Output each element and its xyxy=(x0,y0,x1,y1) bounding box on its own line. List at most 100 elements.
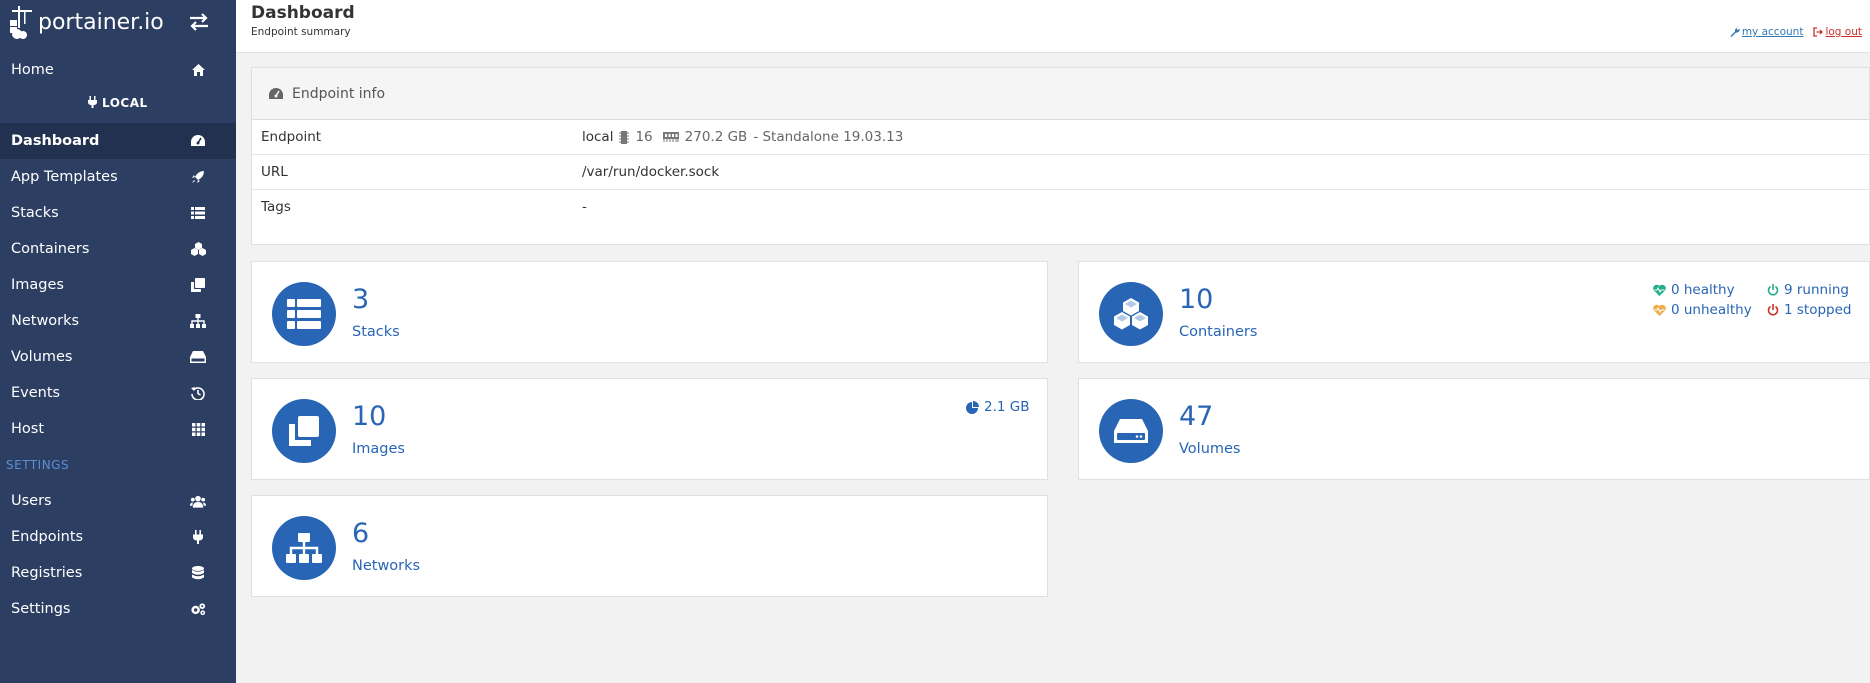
healthy-stat: 0 healthy xyxy=(1653,282,1752,298)
container-health-stats: 0 healthy 0 unhealthy xyxy=(1653,282,1752,318)
sidebar-item-host[interactable]: Host xyxy=(0,411,236,447)
brand-name: portainer.io xyxy=(38,9,164,35)
sidebar-item-label: Containers xyxy=(11,241,90,257)
sidebar-item-home[interactable]: Home xyxy=(0,52,236,88)
hdd-icon xyxy=(1114,419,1148,443)
volumes-count: 47 xyxy=(1179,401,1214,432)
stacks-tile-icon xyxy=(272,282,336,346)
url-value: /var/run/docker.sock xyxy=(582,164,720,180)
running-count: 9 running xyxy=(1784,282,1849,298)
stacks-tile[interactable]: 3 Stacks xyxy=(251,261,1048,363)
log-out-link[interactable]: log out xyxy=(1813,26,1862,38)
sidebar-item-label: Stacks xyxy=(11,205,59,221)
page-subtitle: Endpoint summary xyxy=(251,26,351,38)
my-account-label: my account xyxy=(1741,26,1804,38)
toggle-sidebar-icon[interactable] xyxy=(188,12,210,32)
microchip-icon xyxy=(619,130,630,144)
container-run-stats: 9 running 1 stopped xyxy=(1767,282,1851,318)
database-icon xyxy=(190,565,206,581)
endpoint-name: LOCAL xyxy=(102,96,148,110)
home-icon xyxy=(190,62,206,78)
stacks-count: 3 xyxy=(352,284,370,315)
images-label: Images xyxy=(352,441,405,457)
running-stat: 9 running xyxy=(1767,282,1851,298)
clone-icon xyxy=(190,277,206,293)
images-size-stat: 2.1 GB xyxy=(966,399,1029,415)
endpoint-mode: - Standalone 19.03.13 xyxy=(753,129,904,145)
sidebar-item-label: Users xyxy=(11,493,52,509)
cogs-icon xyxy=(190,601,206,617)
sidebar-item-label: Settings xyxy=(11,601,71,617)
endpoint-name: local xyxy=(582,129,614,145)
endpoint-key: Endpoint xyxy=(261,129,322,145)
memory-icon xyxy=(662,132,679,142)
sidebar-item-events[interactable]: Events xyxy=(0,375,236,411)
endpoint-row: Endpoint local 16 270.2 GB - Standalone … xyxy=(252,120,1869,155)
power-icon xyxy=(1767,284,1779,296)
sidebar-item-settings[interactable]: Settings xyxy=(0,591,236,627)
networks-tile[interactable]: 6 Networks xyxy=(251,495,1048,597)
tags-row: Tags - xyxy=(252,190,1869,225)
rocket-icon xyxy=(190,169,206,185)
endpoint-info-panel: Endpoint info Endpoint local 16 270.2 GB… xyxy=(251,67,1870,245)
sidebar-item-images[interactable]: Images xyxy=(0,267,236,303)
stopped-stat: 1 stopped xyxy=(1767,302,1851,318)
networks-count: 6 xyxy=(352,518,370,549)
volumes-tile-icon xyxy=(1099,399,1163,463)
sidebar-item-label: Home xyxy=(11,62,54,78)
sitemap-icon xyxy=(286,533,322,563)
sidebar-item-volumes[interactable]: Volumes xyxy=(0,339,236,375)
containers-tile-icon xyxy=(1099,282,1163,346)
sidebar-item-label: Images xyxy=(11,277,64,293)
sidebar-item-label: Registries xyxy=(11,565,83,581)
history-icon xyxy=(190,385,206,401)
log-out-label: log out xyxy=(1825,26,1862,38)
endpoint-info-header: Endpoint info xyxy=(252,68,1869,120)
url-row: URL /var/run/docker.sock xyxy=(252,155,1869,190)
user-links: my account log out xyxy=(1730,26,1862,38)
endpoint-cpu: 16 xyxy=(635,129,653,145)
sidebar-item-users[interactable]: Users xyxy=(0,483,236,519)
networks-label: Networks xyxy=(352,558,421,574)
pie-chart-icon xyxy=(966,400,979,414)
tags-key: Tags xyxy=(261,199,291,215)
crane-logo-icon xyxy=(10,6,32,39)
sidebar-item-dashboard[interactable]: Dashboard xyxy=(0,123,236,159)
healthy-count: 0 healthy xyxy=(1671,282,1735,298)
sidebar-item-containers[interactable]: Containers xyxy=(0,231,236,267)
list-icon xyxy=(190,205,206,221)
images-tile[interactable]: 10 Images 2.1 GB xyxy=(251,378,1048,480)
stopped-count: 1 stopped xyxy=(1784,302,1852,318)
wrench-icon xyxy=(1730,27,1740,37)
endpoint-value: local 16 270.2 GB - Standalone 19.03.13 xyxy=(582,129,903,145)
containers-tile[interactable]: 10 Containers 0 healthy 0 unhealthy 9 ru… xyxy=(1078,261,1870,363)
volumes-label: Volumes xyxy=(1179,441,1241,457)
unhealthy-count: 0 unhealthy xyxy=(1671,302,1752,318)
cubes-icon xyxy=(190,241,206,257)
sidebar-item-networks[interactable]: Networks xyxy=(0,303,236,339)
sign-out-icon xyxy=(1813,27,1824,37)
images-tile-icon xyxy=(272,399,336,463)
networks-tile-icon xyxy=(272,516,336,580)
unhealthy-stat: 0 unhealthy xyxy=(1653,302,1752,318)
endpoint-memory: 270.2 GB xyxy=(684,129,748,145)
my-account-link[interactable]: my account xyxy=(1730,26,1804,38)
sidebar: portainer.io Home LOCAL Dashboard App Te… xyxy=(0,0,236,683)
url-key: URL xyxy=(261,164,288,180)
clone-icon xyxy=(289,416,319,446)
dashboard-icon xyxy=(269,87,283,99)
heartbeat-icon xyxy=(1653,304,1666,316)
grid-icon xyxy=(190,421,206,437)
sidebar-item-label: Dashboard xyxy=(11,133,100,149)
power-icon xyxy=(1767,304,1779,316)
sidebar-item-app-templates[interactable]: App Templates xyxy=(0,159,236,195)
volumes-tile[interactable]: 47 Volumes xyxy=(1078,378,1870,480)
sidebar-item-stacks[interactable]: Stacks xyxy=(0,195,236,231)
list-icon xyxy=(287,299,321,329)
sidebar-item-registries[interactable]: Registries xyxy=(0,555,236,591)
containers-label: Containers xyxy=(1179,324,1258,340)
sidebar-item-endpoints[interactable]: Endpoints xyxy=(0,519,236,555)
dashboard-icon xyxy=(190,133,206,149)
sidebar-item-label: Events xyxy=(11,385,61,401)
portainer-logo[interactable]: portainer.io xyxy=(8,4,164,40)
